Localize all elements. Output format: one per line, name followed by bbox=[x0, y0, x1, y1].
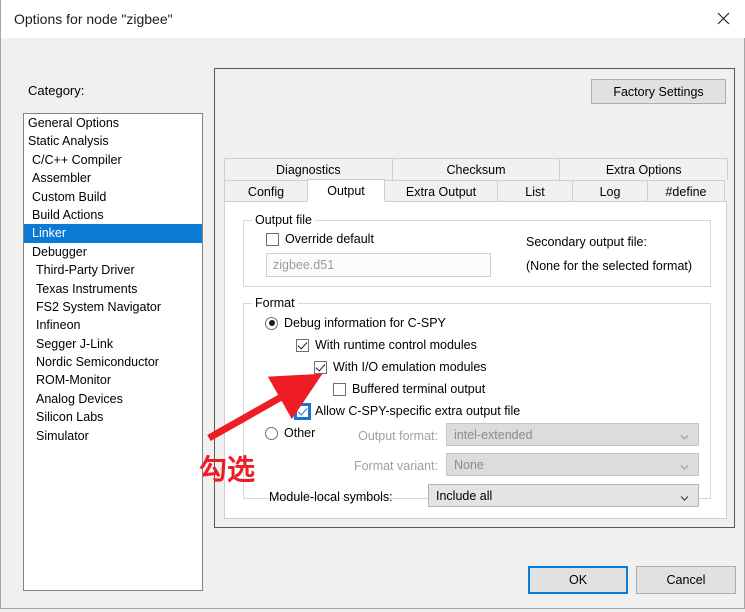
tab-output[interactable]: Output bbox=[307, 179, 385, 202]
tab-panel-output: Output file Override default zigbee.d51 … bbox=[224, 201, 727, 519]
category-item-third-party-driver[interactable]: Third-Party Driver bbox=[24, 261, 202, 279]
tab-label: Config bbox=[247, 184, 285, 199]
category-item-c-c-compiler[interactable]: C/C++ Compiler bbox=[24, 151, 202, 169]
tab-label: Extra Output bbox=[405, 184, 477, 199]
tab-row-lower: Config Output Extra Output List Log #define bbox=[224, 179, 727, 202]
category-item-static-analysis[interactable]: Static Analysis bbox=[24, 132, 202, 150]
runtime-control-checkbox-row[interactable]: With runtime control modules bbox=[296, 338, 477, 352]
factory-settings-label: Factory Settings bbox=[613, 84, 704, 99]
page-title: Options for node "zigbee" bbox=[14, 11, 173, 27]
options-dialog: Options for node "zigbee" Category: Gene… bbox=[0, 0, 745, 609]
tab-label: Diagnostics bbox=[276, 162, 341, 177]
debug-information-radio-row[interactable]: Debug information for C-SPY bbox=[265, 316, 446, 330]
tab-extra-options[interactable]: Extra Options bbox=[559, 158, 729, 180]
tab-label: #define bbox=[665, 184, 707, 199]
group-output-file-title: Output file bbox=[252, 213, 315, 227]
tab-label: Output bbox=[327, 183, 365, 198]
module-local-symbols-value: Include all bbox=[436, 488, 493, 503]
group-format-title: Format bbox=[252, 296, 298, 310]
category-item-custom-build[interactable]: Custom Build bbox=[24, 188, 202, 206]
category-item-nordic-semiconductor[interactable]: Nordic Semiconductor bbox=[24, 353, 202, 371]
output-format-value: intel-extended bbox=[454, 427, 533, 442]
tab-list[interactable]: List bbox=[497, 180, 573, 202]
category-item-build-actions[interactable]: Build Actions bbox=[24, 206, 202, 224]
buffered-terminal-checkbox-row[interactable]: Buffered terminal output bbox=[333, 382, 485, 396]
debug-information-label: Debug information for C-SPY bbox=[284, 316, 446, 330]
other-radio[interactable] bbox=[265, 426, 278, 440]
close-icon[interactable] bbox=[700, 0, 745, 37]
module-local-symbols-label: Module-local symbols: bbox=[269, 490, 393, 504]
category-item-infineon[interactable]: Infineon bbox=[24, 316, 202, 334]
override-default-checkbox[interactable] bbox=[266, 232, 279, 246]
allow-cspy-label: Allow C-SPY-specific extra output file bbox=[315, 404, 521, 418]
allow-cspy-checkbox[interactable] bbox=[294, 402, 311, 420]
format-variant-select[interactable]: None bbox=[446, 453, 699, 476]
group-format: Format Debug information for C-SPY With … bbox=[243, 296, 711, 507]
title-bar: Options for node "zigbee" bbox=[1, 0, 745, 38]
other-label: Other bbox=[284, 426, 316, 440]
tab-config[interactable]: Config bbox=[224, 180, 308, 202]
category-item-linker[interactable]: Linker bbox=[24, 224, 202, 243]
other-radio-row[interactable]: Other bbox=[265, 426, 315, 440]
io-emulation-label: With I/O emulation modules bbox=[333, 360, 487, 374]
tab-label: Checksum bbox=[446, 162, 506, 177]
output-filename-value: zigbee.d51 bbox=[273, 258, 335, 272]
io-emulation-checkbox[interactable] bbox=[314, 360, 327, 374]
format-variant-value: None bbox=[454, 457, 484, 472]
cancel-button[interactable]: Cancel bbox=[636, 566, 736, 594]
chevron-down-icon bbox=[680, 494, 689, 503]
secondary-output-label: Secondary output file: bbox=[526, 235, 647, 249]
tab-hash-define[interactable]: #define bbox=[647, 180, 725, 202]
output-filename-input[interactable]: zigbee.d51 bbox=[266, 253, 491, 277]
category-item-analog-devices[interactable]: Analog Devices bbox=[24, 390, 202, 408]
chevron-down-icon bbox=[680, 463, 689, 472]
category-item-segger-j-link[interactable]: Segger J-Link bbox=[24, 335, 202, 353]
category-item-texas-instruments[interactable]: Texas Instruments bbox=[24, 280, 202, 298]
tab-label: List bbox=[525, 184, 545, 199]
output-format-select[interactable]: intel-extended bbox=[446, 423, 699, 446]
chevron-down-icon bbox=[680, 433, 689, 442]
category-label: Category: bbox=[28, 83, 85, 98]
tab-extra-output[interactable]: Extra Output bbox=[384, 180, 498, 202]
override-default-checkbox-row[interactable]: Override default bbox=[266, 232, 374, 246]
category-item-silicon-labs[interactable]: Silicon Labs bbox=[24, 408, 202, 426]
tab-checksum[interactable]: Checksum bbox=[391, 158, 561, 180]
secondary-output-value: (None for the selected format) bbox=[526, 259, 693, 273]
override-default-label: Override default bbox=[285, 232, 374, 246]
ok-label: OK bbox=[568, 573, 588, 587]
tab-diagnostics[interactable]: Diagnostics bbox=[224, 158, 393, 180]
tab-label: Extra Options bbox=[605, 162, 682, 177]
module-local-symbols-select[interactable]: Include all bbox=[428, 484, 699, 507]
output-format-label: Output format: bbox=[358, 429, 438, 443]
tab-log[interactable]: Log bbox=[572, 180, 648, 202]
cancel-label: Cancel bbox=[666, 573, 706, 587]
category-item-fs2-system-navigator[interactable]: FS2 System Navigator bbox=[24, 298, 202, 316]
category-item-rom-monitor[interactable]: ROM-Monitor bbox=[24, 371, 202, 389]
group-output-file: Output file Override default zigbee.d51 … bbox=[243, 213, 711, 287]
buffered-terminal-checkbox[interactable] bbox=[333, 382, 346, 396]
category-item-assembler[interactable]: Assembler bbox=[24, 169, 202, 187]
category-item-general-options[interactable]: General Options bbox=[24, 114, 202, 132]
buffered-terminal-label: Buffered terminal output bbox=[352, 382, 486, 396]
ok-button[interactable]: OK bbox=[528, 566, 628, 594]
tab-row-upper: Diagnostics Checksum Extra Options bbox=[224, 158, 729, 180]
tab-bar: Diagnostics Checksum Extra Options Config O… bbox=[224, 158, 729, 202]
options-panel: Factory Settings Diagnostics Checksum Extr… bbox=[214, 68, 735, 528]
runtime-control-checkbox[interactable] bbox=[296, 338, 309, 352]
allow-cspy-checkbox-row[interactable]: Allow C-SPY-specific extra output file bbox=[294, 402, 521, 420]
tab-label: Log bbox=[599, 184, 621, 199]
category-list[interactable]: General Options Static Analysis C/C++ Comp… bbox=[23, 113, 203, 591]
io-emulation-checkbox-row[interactable]: With I/O emulation modules bbox=[314, 360, 487, 374]
runtime-control-label: With runtime control modules bbox=[315, 338, 477, 352]
format-variant-label: Format variant: bbox=[353, 459, 438, 473]
category-item-debugger[interactable]: Debugger bbox=[24, 243, 202, 261]
factory-settings-button[interactable]: Factory Settings bbox=[591, 79, 726, 104]
debug-information-radio[interactable] bbox=[265, 316, 278, 330]
category-item-simulator[interactable]: Simulator bbox=[24, 427, 202, 445]
